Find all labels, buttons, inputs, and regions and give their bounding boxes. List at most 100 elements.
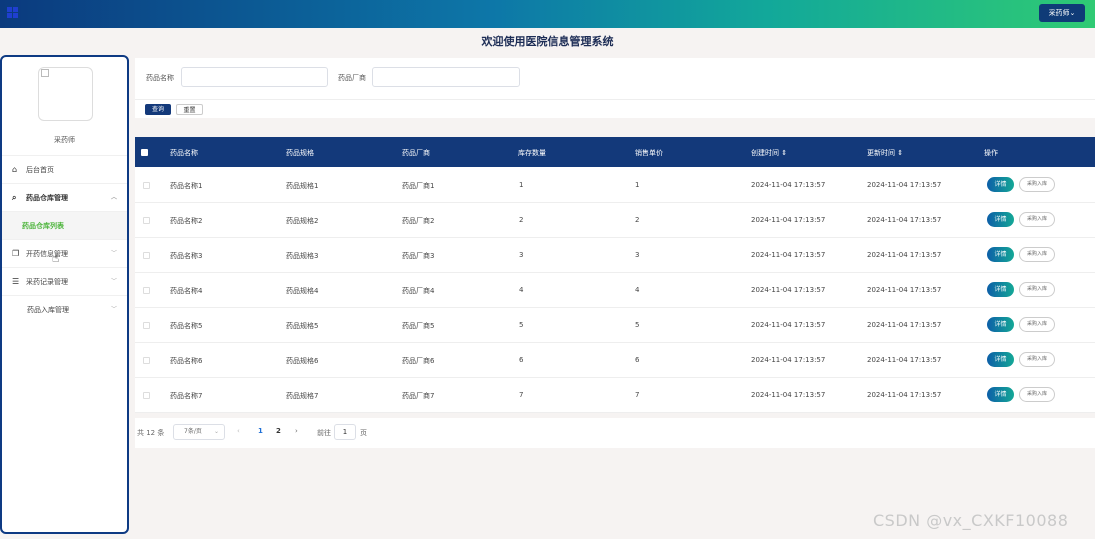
stock-in-button[interactable]: 采购入库 [1019,352,1055,367]
detail-button[interactable]: 详情 [987,282,1014,297]
table-row: 药品名称3 药品规格3 药品厂商3 3 3 2024-11-04 17:13:5… [135,238,1095,273]
drug-name-input[interactable] [181,67,328,87]
cell-created: 2024-11-04 17:13:57 [751,251,826,259]
sidebar-item-home[interactable]: ⌂ 后台首页 [2,155,127,183]
cell-spec: 药品规格6 [286,357,319,365]
cell-name: 药品名称1 [170,182,203,190]
cell-stock: 2 [519,216,524,224]
cell-manufacturer: 药品厂商7 [402,392,435,400]
stock-in-button[interactable]: 采购入库 [1019,247,1055,262]
top-bar: 采药师⌄ [0,0,1095,28]
query-button[interactable]: 查询 [145,104,171,115]
cell-spec: 药品规格2 [286,217,319,225]
column-header: 药品名称 [170,149,198,157]
page-size-select[interactable]: 7条/页 ⌄ [173,424,225,440]
detail-button[interactable]: 详情 [987,317,1014,332]
table-row: 药品名称7 药品规格7 药品厂商7 7 7 2024-11-04 17:13:5… [135,378,1095,413]
sidebar-item-drug-warehouse[interactable]: ⌕ 药品仓库管理 ︿ [2,183,127,211]
stock-in-button[interactable]: 采购入库 [1019,282,1055,297]
detail-button[interactable]: 详情 [987,212,1014,227]
sidebar-item-label: 药品仓库管理 [26,193,68,202]
row-checkbox[interactable] [143,357,150,364]
column-header-sortable[interactable]: 更新时间 ⇕ [867,148,903,158]
detail-button[interactable]: 详情 [987,177,1014,192]
table-row: 药品名称1 药品规格1 药品厂商1 1 1 2024-11-04 17:13:5… [135,168,1095,203]
page-size-value: 7条/页 [184,428,202,435]
stock-in-button[interactable]: 采购入库 [1019,212,1055,227]
cell-manufacturer: 药品厂商4 [402,287,435,295]
column-header: 销售单价 [635,149,663,157]
page-suffix: 页 [360,429,367,437]
cell-name: 药品名称7 [170,392,203,400]
sidebar-item-label: 药品入库管理 [27,305,69,314]
manufacturer-input[interactable] [372,67,520,87]
page-number-2[interactable]: 2 [276,427,281,435]
cell-price: 1 [635,181,640,189]
column-header: 药品厂商 [402,149,430,157]
page-title: 欢迎使用医院信息管理系统 [481,35,614,48]
goto-page-input[interactable]: 1 [334,424,356,440]
goto-label: 前往 [317,429,331,437]
cell-updated: 2024-11-04 17:13:57 [867,321,942,329]
cell-manufacturer: 药品厂商6 [402,357,435,365]
cell-created: 2024-11-04 17:13:57 [751,356,826,364]
table-row: 药品名称6 药品规格6 药品厂商6 6 6 2024-11-04 17:13:5… [135,343,1095,378]
table-header: 药品名称 药品规格 药品厂商 库存数量 销售单价 创建时间 ⇕ 更新时间 ⇕ 操… [135,137,1095,167]
cell-manufacturer: 药品厂商5 [402,322,435,330]
search-panel: 药品名称 药品厂商 查询 重置 [135,58,1095,118]
next-page-button[interactable]: › [295,427,298,435]
row-checkbox[interactable] [143,217,150,224]
cell-stock: 3 [519,251,524,259]
chevron-up-icon: ︿ [110,194,117,201]
row-checkbox[interactable] [143,252,150,259]
page-number-1[interactable]: 1 [258,427,263,435]
sidebar-item-purchase-records[interactable]: ☰ 采药记录管理 ﹀ [2,267,127,295]
watermark: CSDN @vx_CXKF10088 [873,511,1069,530]
row-checkbox[interactable] [143,182,150,189]
column-header: 库存数量 [518,149,546,157]
reset-button[interactable]: 重置 [176,104,203,115]
prev-page-button[interactable]: ‹ [237,427,240,435]
sliders-icon: ☰ [12,276,20,286]
detail-button[interactable]: 详情 [987,387,1014,402]
cell-name: 药品名称5 [170,322,203,330]
stock-in-button[interactable]: 采购入库 [1019,317,1055,332]
row-checkbox[interactable] [143,287,150,294]
sidebar-item-drug-warehouse-list[interactable]: 药品仓库列表 [2,211,127,239]
cell-created: 2024-11-04 17:13:57 [751,181,826,189]
cell-updated: 2024-11-04 17:13:57 [867,356,942,364]
cell-created: 2024-11-04 17:13:57 [751,216,826,224]
cell-created: 2024-11-04 17:13:57 [751,286,826,294]
sidebar-menu: ⌂ 后台首页 ⌕ 药品仓库管理 ︿ 药品仓库列表 ❐ 开药信息管理 ﹀ ☰ 采药… [2,155,127,323]
pagination: 共 12 条 7条/页 ⌄ ‹ 1 2 › 前往 1 页 [135,418,1095,448]
drug-table: 药品名称 药品规格 药品厂商 库存数量 销售单价 创建时间 ⇕ 更新时间 ⇕ 操… [135,137,1095,413]
cell-name: 药品名称4 [170,287,203,295]
detail-button[interactable]: 详情 [987,352,1014,367]
cell-updated: 2024-11-04 17:13:57 [867,391,942,399]
column-header: 操作 [984,149,998,157]
cell-created: 2024-11-04 17:13:57 [751,391,826,399]
user-menu-button[interactable]: 采药师⌄ [1039,4,1085,22]
sidebar-item-label: 开药信息管理 [26,249,68,258]
grid-menu-icon[interactable] [7,7,18,18]
cell-stock: 7 [519,391,524,399]
row-checkbox[interactable] [143,392,150,399]
cell-spec: 药品规格5 [286,322,319,330]
sidebar-item-prescription[interactable]: ❐ 开药信息管理 ﹀ [2,239,127,267]
cell-price: 7 [635,391,640,399]
table-row: 药品名称2 药品规格2 药品厂商2 2 2 2024-11-04 17:13:5… [135,203,1095,238]
select-all-checkbox[interactable] [141,149,148,156]
cell-manufacturer: 药品厂商2 [402,217,435,225]
paperclip-icon: ⌕ [12,192,17,202]
cell-name: 药品名称3 [170,252,203,260]
stock-in-button[interactable]: 采购入库 [1019,177,1055,192]
cell-spec: 药品规格7 [286,392,319,400]
sidebar-item-drug-stock-in[interactable]: 药品入库管理 ﹀ [2,295,127,323]
row-checkbox[interactable] [143,322,150,329]
detail-button[interactable]: 详情 [987,247,1014,262]
cell-created: 2024-11-04 17:13:57 [751,321,826,329]
stock-in-button[interactable]: 采购入库 [1019,387,1055,402]
cell-spec: 药品规格1 [286,182,319,190]
column-header-sortable[interactable]: 创建时间 ⇕ [751,148,787,158]
cell-stock: 1 [519,181,524,189]
